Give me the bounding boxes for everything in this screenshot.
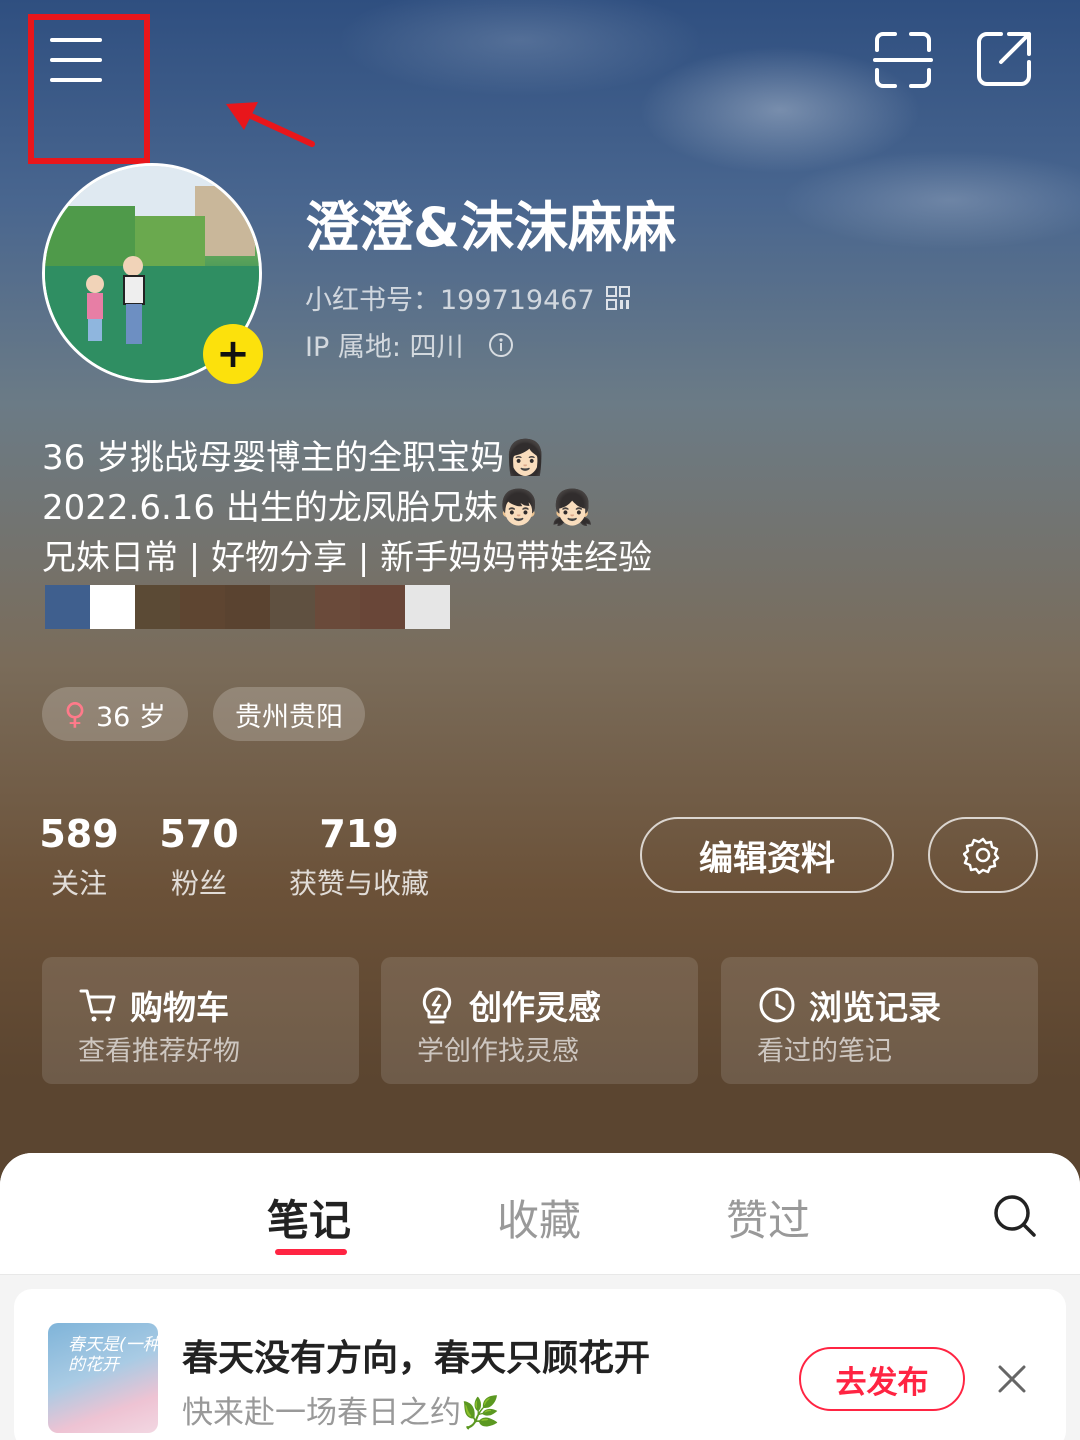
- tab-notes[interactable]: 笔记: [267, 1187, 351, 1248]
- stat-likes-collects[interactable]: 719 获赞与收藏: [278, 812, 440, 902]
- qr-code-icon[interactable]: [605, 285, 631, 311]
- lightbulb-icon: [422, 987, 452, 1024]
- location-tag: 贵州贵阳: [213, 687, 365, 741]
- info-icon[interactable]: [488, 332, 514, 358]
- female-icon: ♀: [64, 696, 86, 732]
- card-history-sub: 看过的笔记: [757, 1036, 892, 1067]
- stat-following-count: 589: [39, 812, 119, 856]
- add-avatar-button[interactable]: +: [203, 324, 263, 384]
- annotation-highlight-box: [28, 14, 150, 164]
- annotation-arrow-icon: [226, 102, 315, 147]
- card-inspiration-title: 创作灵感: [469, 988, 601, 1027]
- publish-button[interactable]: 去发布: [799, 1347, 965, 1411]
- draft-cover-text: 春天是(一种) 的花开: [68, 1335, 167, 1376]
- active-tab-indicator: [275, 1249, 347, 1255]
- close-icon[interactable]: [992, 1359, 1032, 1399]
- card-shopping-cart-title: 购物车: [130, 988, 229, 1027]
- clock-icon: [759, 987, 795, 1023]
- stat-followers-label: 粉丝: [170, 867, 227, 900]
- bio-line-2: 2022.6.16 出生的龙凤胎兄妹👦🏻 👧🏻: [42, 488, 594, 528]
- content-sheet: 笔记 收藏 赞过 春天是(一种) 的花开 春天没有方向，春天只顾花开 快来赴一场…: [0, 1153, 1080, 1440]
- age-tag: ♀ 36 岁: [42, 687, 188, 741]
- cart-icon: [79, 989, 116, 1022]
- age-tag-label: 36 岁: [95, 701, 166, 733]
- card-shopping-cart-sub: 查看推荐好物: [78, 1036, 240, 1067]
- tab-collections[interactable]: 收藏: [497, 1187, 581, 1248]
- search-icon[interactable]: [992, 1193, 1038, 1239]
- tab-liked[interactable]: 赞过: [726, 1187, 810, 1248]
- location-tag-label: 贵州贵阳: [235, 701, 343, 733]
- bio-line-3: 兄妹日常 | 好物分享 | 新手妈妈带娃经验: [42, 538, 653, 578]
- card-inspiration-sub: 学创作找灵感: [417, 1036, 579, 1067]
- card-history[interactable]: 浏览记录 看过的笔记: [721, 957, 1038, 1084]
- card-inspiration[interactable]: 创作灵感 学创作找灵感: [381, 957, 698, 1084]
- draft-cover-image: 春天是(一种) 的花开: [48, 1323, 166, 1433]
- bio-line-1: 36 岁挑战母婴博主的全职宝妈👩🏻: [42, 438, 547, 478]
- nickname: 澄澄&沫沫麻麻: [305, 196, 677, 259]
- stat-following-label: 关注: [50, 867, 107, 900]
- plus-icon: +: [216, 331, 250, 377]
- stat-following[interactable]: 589 关注: [38, 812, 120, 902]
- card-history-title: 浏览记录: [809, 988, 941, 1027]
- ip-location: IP 属地: 四川: [305, 332, 464, 363]
- share-icon[interactable]: [975, 30, 1033, 88]
- settings-button[interactable]: [928, 817, 1038, 893]
- stat-followers-count: 570: [159, 812, 239, 856]
- gear-icon: [963, 837, 1000, 875]
- stat-likes-count: 719: [319, 812, 399, 856]
- red-id-row: 小红书号：199719467: [305, 278, 631, 317]
- stat-followers[interactable]: 570 粉丝: [158, 812, 240, 902]
- edit-profile-button[interactable]: 编辑资料: [640, 817, 894, 893]
- stat-likes-label: 获赞与收藏: [288, 867, 429, 900]
- red-id: 小红书号：199719467: [305, 285, 595, 316]
- card-shopping-cart[interactable]: 购物车 查看推荐好物: [42, 957, 359, 1084]
- draft-card[interactable]: 春天是(一种) 的花开 春天没有方向，春天只顾花开 快来赴一场春日之约🌿 去发布: [14, 1289, 1066, 1440]
- pixelated-redaction: [45, 585, 450, 629]
- content-tabs: 笔记 收藏 赞过: [0, 1153, 1080, 1275]
- scan-icon[interactable]: [873, 30, 933, 90]
- ip-row: IP 属地: 四川: [305, 325, 514, 364]
- draft-subtitle: 快来赴一场春日之约🌿: [182, 1395, 500, 1431]
- draft-title: 春天没有方向，春天只顾花开: [182, 1338, 651, 1379]
